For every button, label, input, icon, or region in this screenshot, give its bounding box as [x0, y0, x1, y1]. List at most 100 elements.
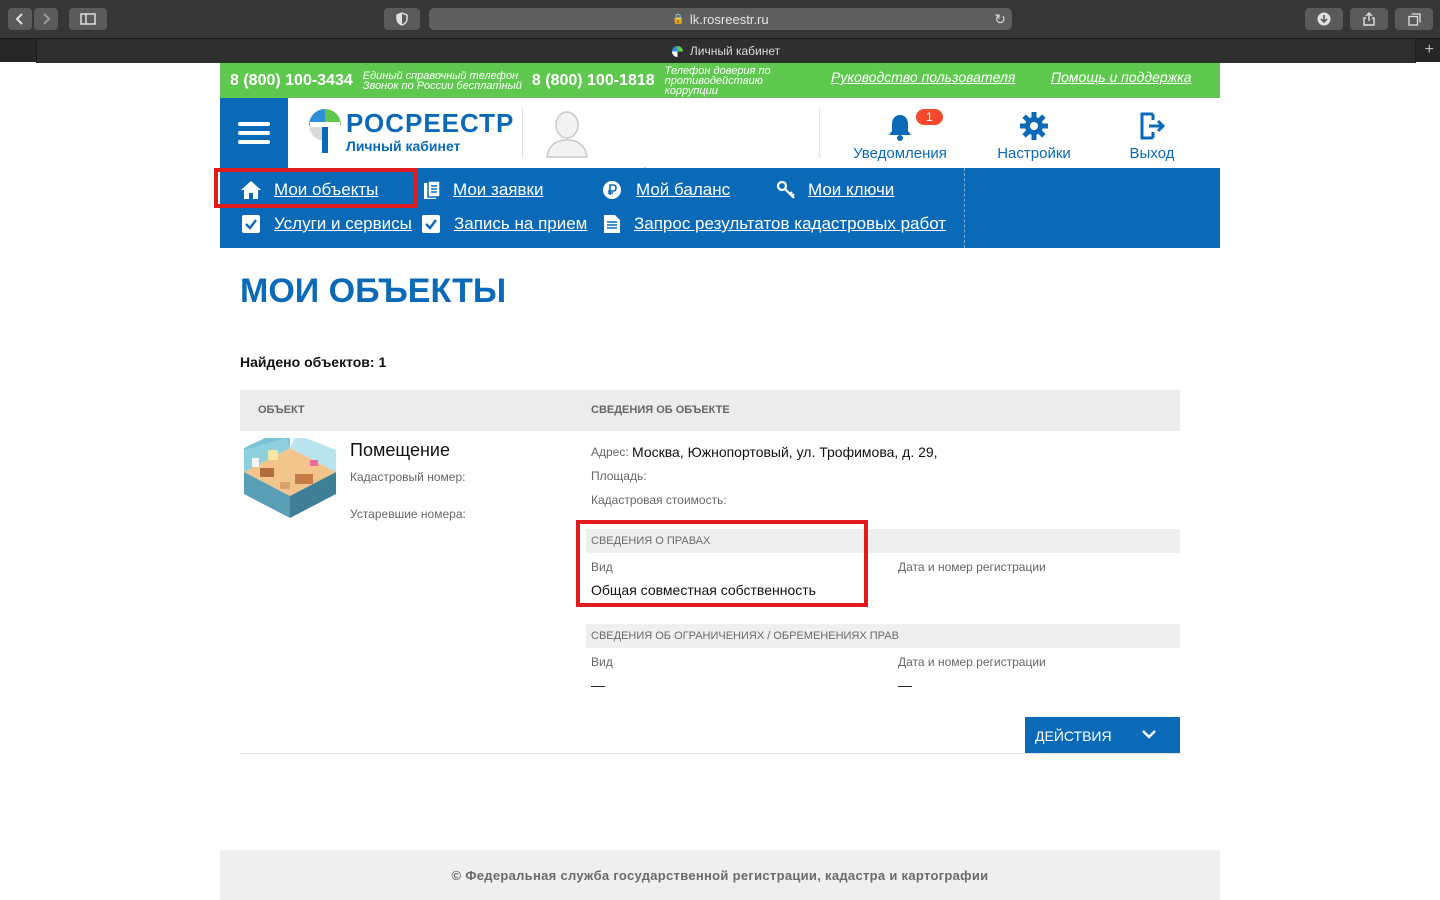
- nav-my-requests[interactable]: Мои заявки: [423, 180, 543, 200]
- hotline-note-line2: Звонок по России бесплатный: [362, 79, 522, 92]
- help-support-link[interactable]: Помощь и поддержка: [1051, 69, 1192, 85]
- nav-appointment[interactable]: Запись на прием: [422, 214, 587, 234]
- privacy-report-button[interactable]: [384, 8, 420, 30]
- rosreestr-favicon-icon: [671, 45, 683, 57]
- address-bar[interactable]: 🔒 lk.rosreestr.ru ↻: [429, 8, 1012, 30]
- header-divider: [819, 108, 820, 158]
- nav-my-keys[interactable]: Мои ключи: [776, 180, 894, 200]
- tabs-icon: [1407, 12, 1421, 26]
- url-text: lk.rosreestr.ru: [689, 11, 769, 27]
- nav-my-balance[interactable]: Мой баланс: [602, 180, 730, 200]
- site-footer: © Федеральная служба государственной рег…: [220, 850, 1220, 900]
- burger-line: [238, 140, 270, 144]
- forward-button[interactable]: [34, 8, 58, 30]
- cadastral-value-label: Кадастровая стоимость:: [591, 493, 727, 507]
- reload-icon[interactable]: ↻: [994, 11, 1006, 28]
- old-numbers-label: Устаревшие номера:: [350, 507, 466, 521]
- chevron-down-icon: [1142, 730, 1156, 739]
- notifications-label: Уведомления: [853, 145, 947, 162]
- share-icon: [1363, 12, 1375, 26]
- contact-bar: 8 (800) 100-3434 Единый справочный телеф…: [220, 63, 1220, 98]
- tab-title: Личный кабинет: [689, 44, 781, 58]
- actions-dropdown-button[interactable]: ДЕЙСТВИЯ: [1025, 717, 1180, 754]
- nav-services[interactable]: Услуги и сервисы: [242, 214, 412, 234]
- trust-note-line3: коррупции: [664, 85, 718, 97]
- page-title: МОИ ОБЪЕКТЫ: [240, 272, 507, 310]
- nav-services-label: Услуги и сервисы: [274, 214, 412, 233]
- object-type: Помещение: [350, 440, 450, 460]
- logo-subtitle: Личный кабинет: [346, 138, 461, 154]
- actions-label: ДЕЙСТВИЯ: [1035, 727, 1112, 744]
- ruble-icon: [603, 181, 621, 199]
- tab-active[interactable]: Личный кабинет: [36, 39, 1416, 63]
- key-icon: [776, 180, 795, 199]
- nav-cadastral-request-label: Запрос результатов кадастровых работ: [634, 214, 947, 233]
- address-label: Адрес:: [591, 445, 629, 459]
- room-illustration-icon: [244, 438, 336, 518]
- address-value: Москва, Южнопортовый, ул. Трофимова, д. …: [632, 444, 938, 460]
- rosreestr-logo[interactable]: РОСРЕЕСТР Личный кабинет: [308, 108, 513, 158]
- restrictions-kind-value: —: [591, 677, 605, 693]
- trust-phone-note: Телефон доверия по противодействию корру…: [664, 66, 771, 97]
- nav-my-keys-label: Мои ключи: [808, 180, 895, 199]
- restrictions-kind-label: Вид: [591, 655, 613, 669]
- documents-icon: [424, 180, 441, 199]
- header-divider: [522, 108, 523, 158]
- restrictions-date-label: Дата и номер регистрации: [898, 655, 1046, 669]
- area-label: Площадь:: [591, 469, 647, 483]
- row-divider: [240, 753, 1180, 754]
- sidebar-icon: [80, 13, 96, 25]
- found-count: Найдено объектов: 1: [240, 354, 387, 370]
- hotline-note: Единый справочный телефон Звонок по Росс…: [362, 70, 522, 92]
- notifications-badge: 1: [916, 109, 943, 125]
- user-avatar-icon[interactable]: [545, 108, 589, 158]
- table-header: ОБЪЕКТ СВЕДЕНИЯ ОБ ОБЪЕКТЕ: [240, 390, 1180, 431]
- downloads-button[interactable]: [1305, 8, 1343, 30]
- share-button[interactable]: [1350, 8, 1388, 30]
- back-button[interactable]: [8, 8, 32, 30]
- footer-copyright: © Федеральная служба государственной рег…: [451, 867, 989, 883]
- checkbox-icon: [422, 215, 440, 233]
- highlight-box-rights: [576, 520, 868, 607]
- chevron-right-icon: [43, 13, 51, 25]
- burger-line: [238, 131, 270, 135]
- download-icon: [1317, 12, 1331, 26]
- settings-label: Настройки: [997, 145, 1071, 162]
- rosreestr-emblem-icon: [309, 109, 341, 153]
- col-info-header: СВЕДЕНИЯ ОБ ОБЪЕКТЕ: [591, 404, 730, 416]
- logout-button[interactable]: Выход: [1118, 98, 1186, 168]
- burger-line: [238, 122, 270, 126]
- bell-icon: [889, 115, 911, 141]
- main-navigation: Мои объекты Мои заявки Мой баланс Мои кл…: [214, 168, 1220, 248]
- restrictions-date-value: —: [898, 677, 912, 693]
- nav-cadastral-request[interactable]: Запрос результатов кадастровых работ: [603, 214, 946, 234]
- new-tab-plus-icon[interactable]: +: [1425, 41, 1434, 59]
- notifications-button[interactable]: Уведомления 1: [853, 98, 947, 168]
- logout-label: Выход: [1129, 145, 1175, 162]
- col-object-header: ОБЪЕКТ: [258, 404, 305, 416]
- trust-phone[interactable]: 8 (800) 100-1818: [532, 72, 655, 90]
- cadastral-number-label: Кадастровый номер:: [350, 470, 466, 484]
- chevron-left-icon: [15, 13, 23, 25]
- logout-icon: [1140, 112, 1166, 140]
- nav-my-requests-label: Мои заявки: [453, 180, 544, 199]
- nav-appointment-label: Запись на прием: [454, 214, 588, 233]
- nav-my-balance-label: Мой баланс: [636, 180, 731, 199]
- shield-icon: [396, 12, 408, 26]
- rights-date-label: Дата и номер регистрации: [898, 560, 1046, 574]
- gear-icon: [1020, 112, 1048, 140]
- user-guide-link[interactable]: Руководство пользователя: [831, 69, 1015, 85]
- settings-button[interactable]: Настройки: [990, 98, 1078, 168]
- sidebar-toggle-button[interactable]: [69, 8, 107, 30]
- checkbox-icon: [242, 215, 260, 233]
- restrictions-section-header: СВЕДЕНИЯ ОБ ОГРАНИЧЕНИЯХ / ОБРЕМЕНЕНИЯХ …: [586, 624, 1180, 648]
- nav-divider: [964, 168, 965, 248]
- site-container: 8 (800) 100-3434 Единый справочный телеф…: [214, 63, 1220, 248]
- tab-bar: Личный кабинет +: [0, 38, 1440, 63]
- highlight-box-nav: [214, 168, 417, 208]
- hotline-phone[interactable]: 8 (800) 100-3434: [230, 72, 353, 90]
- tabs-overview-button[interactable]: [1395, 8, 1433, 30]
- document-icon: [604, 215, 620, 233]
- menu-burger-button[interactable]: [220, 98, 288, 168]
- logo-name: РОСРЕЕСТР: [346, 108, 515, 138]
